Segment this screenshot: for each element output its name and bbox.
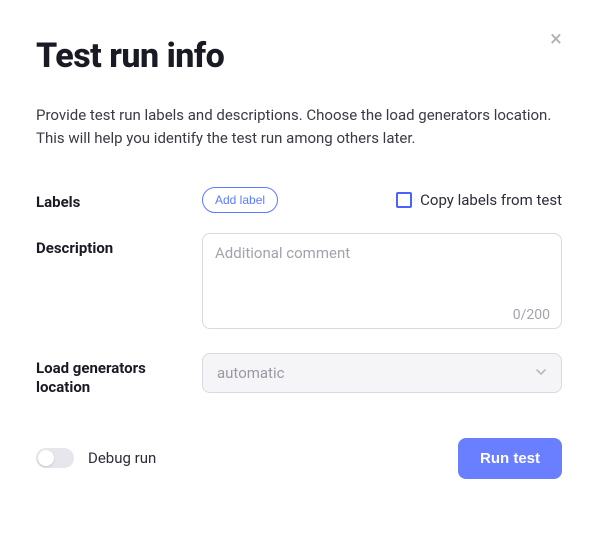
load-generators-select[interactable]: automatic xyxy=(202,353,562,393)
test-run-info-modal: × Test run info Provide test run labels … xyxy=(0,0,598,509)
modal-footer: Debug run Run test xyxy=(36,438,562,479)
description-section-label: Description xyxy=(36,233,184,259)
load-generators-row: Load generators location automatic xyxy=(36,353,562,398)
load-generators-content: automatic xyxy=(202,353,562,393)
debug-run-label: Debug run xyxy=(88,449,156,467)
debug-run-toggle-wrap: Debug run xyxy=(36,448,156,468)
load-generators-selected-value: automatic xyxy=(217,364,284,382)
load-generators-section-label: Load generators location xyxy=(36,353,184,398)
description-row: Description 0/200 xyxy=(36,233,562,333)
modal-intro: Provide test run labels and descriptions… xyxy=(36,104,556,151)
run-test-button[interactable]: Run test xyxy=(458,438,562,479)
description-char-count: 0/200 xyxy=(513,307,550,323)
description-wrapper: 0/200 xyxy=(202,233,562,333)
copy-labels-checkbox[interactable]: Copy labels from test xyxy=(396,191,562,209)
chevron-down-icon xyxy=(535,364,547,382)
labels-content: Add label Copy labels from test xyxy=(202,187,562,213)
debug-run-toggle[interactable] xyxy=(36,448,74,468)
labels-section-label: Labels xyxy=(36,187,184,213)
labels-row: Labels Add label Copy labels from test xyxy=(36,187,562,213)
add-label-button[interactable]: Add label xyxy=(202,187,278,213)
close-button[interactable]: × xyxy=(546,30,566,50)
close-icon: × xyxy=(550,29,562,51)
description-textarea[interactable] xyxy=(202,233,562,329)
copy-labels-label: Copy labels from test xyxy=(420,191,562,209)
description-content: 0/200 xyxy=(202,233,562,333)
checkbox-icon xyxy=(396,192,412,208)
modal-title: Test run info xyxy=(36,36,562,76)
toggle-knob-icon xyxy=(38,450,54,466)
